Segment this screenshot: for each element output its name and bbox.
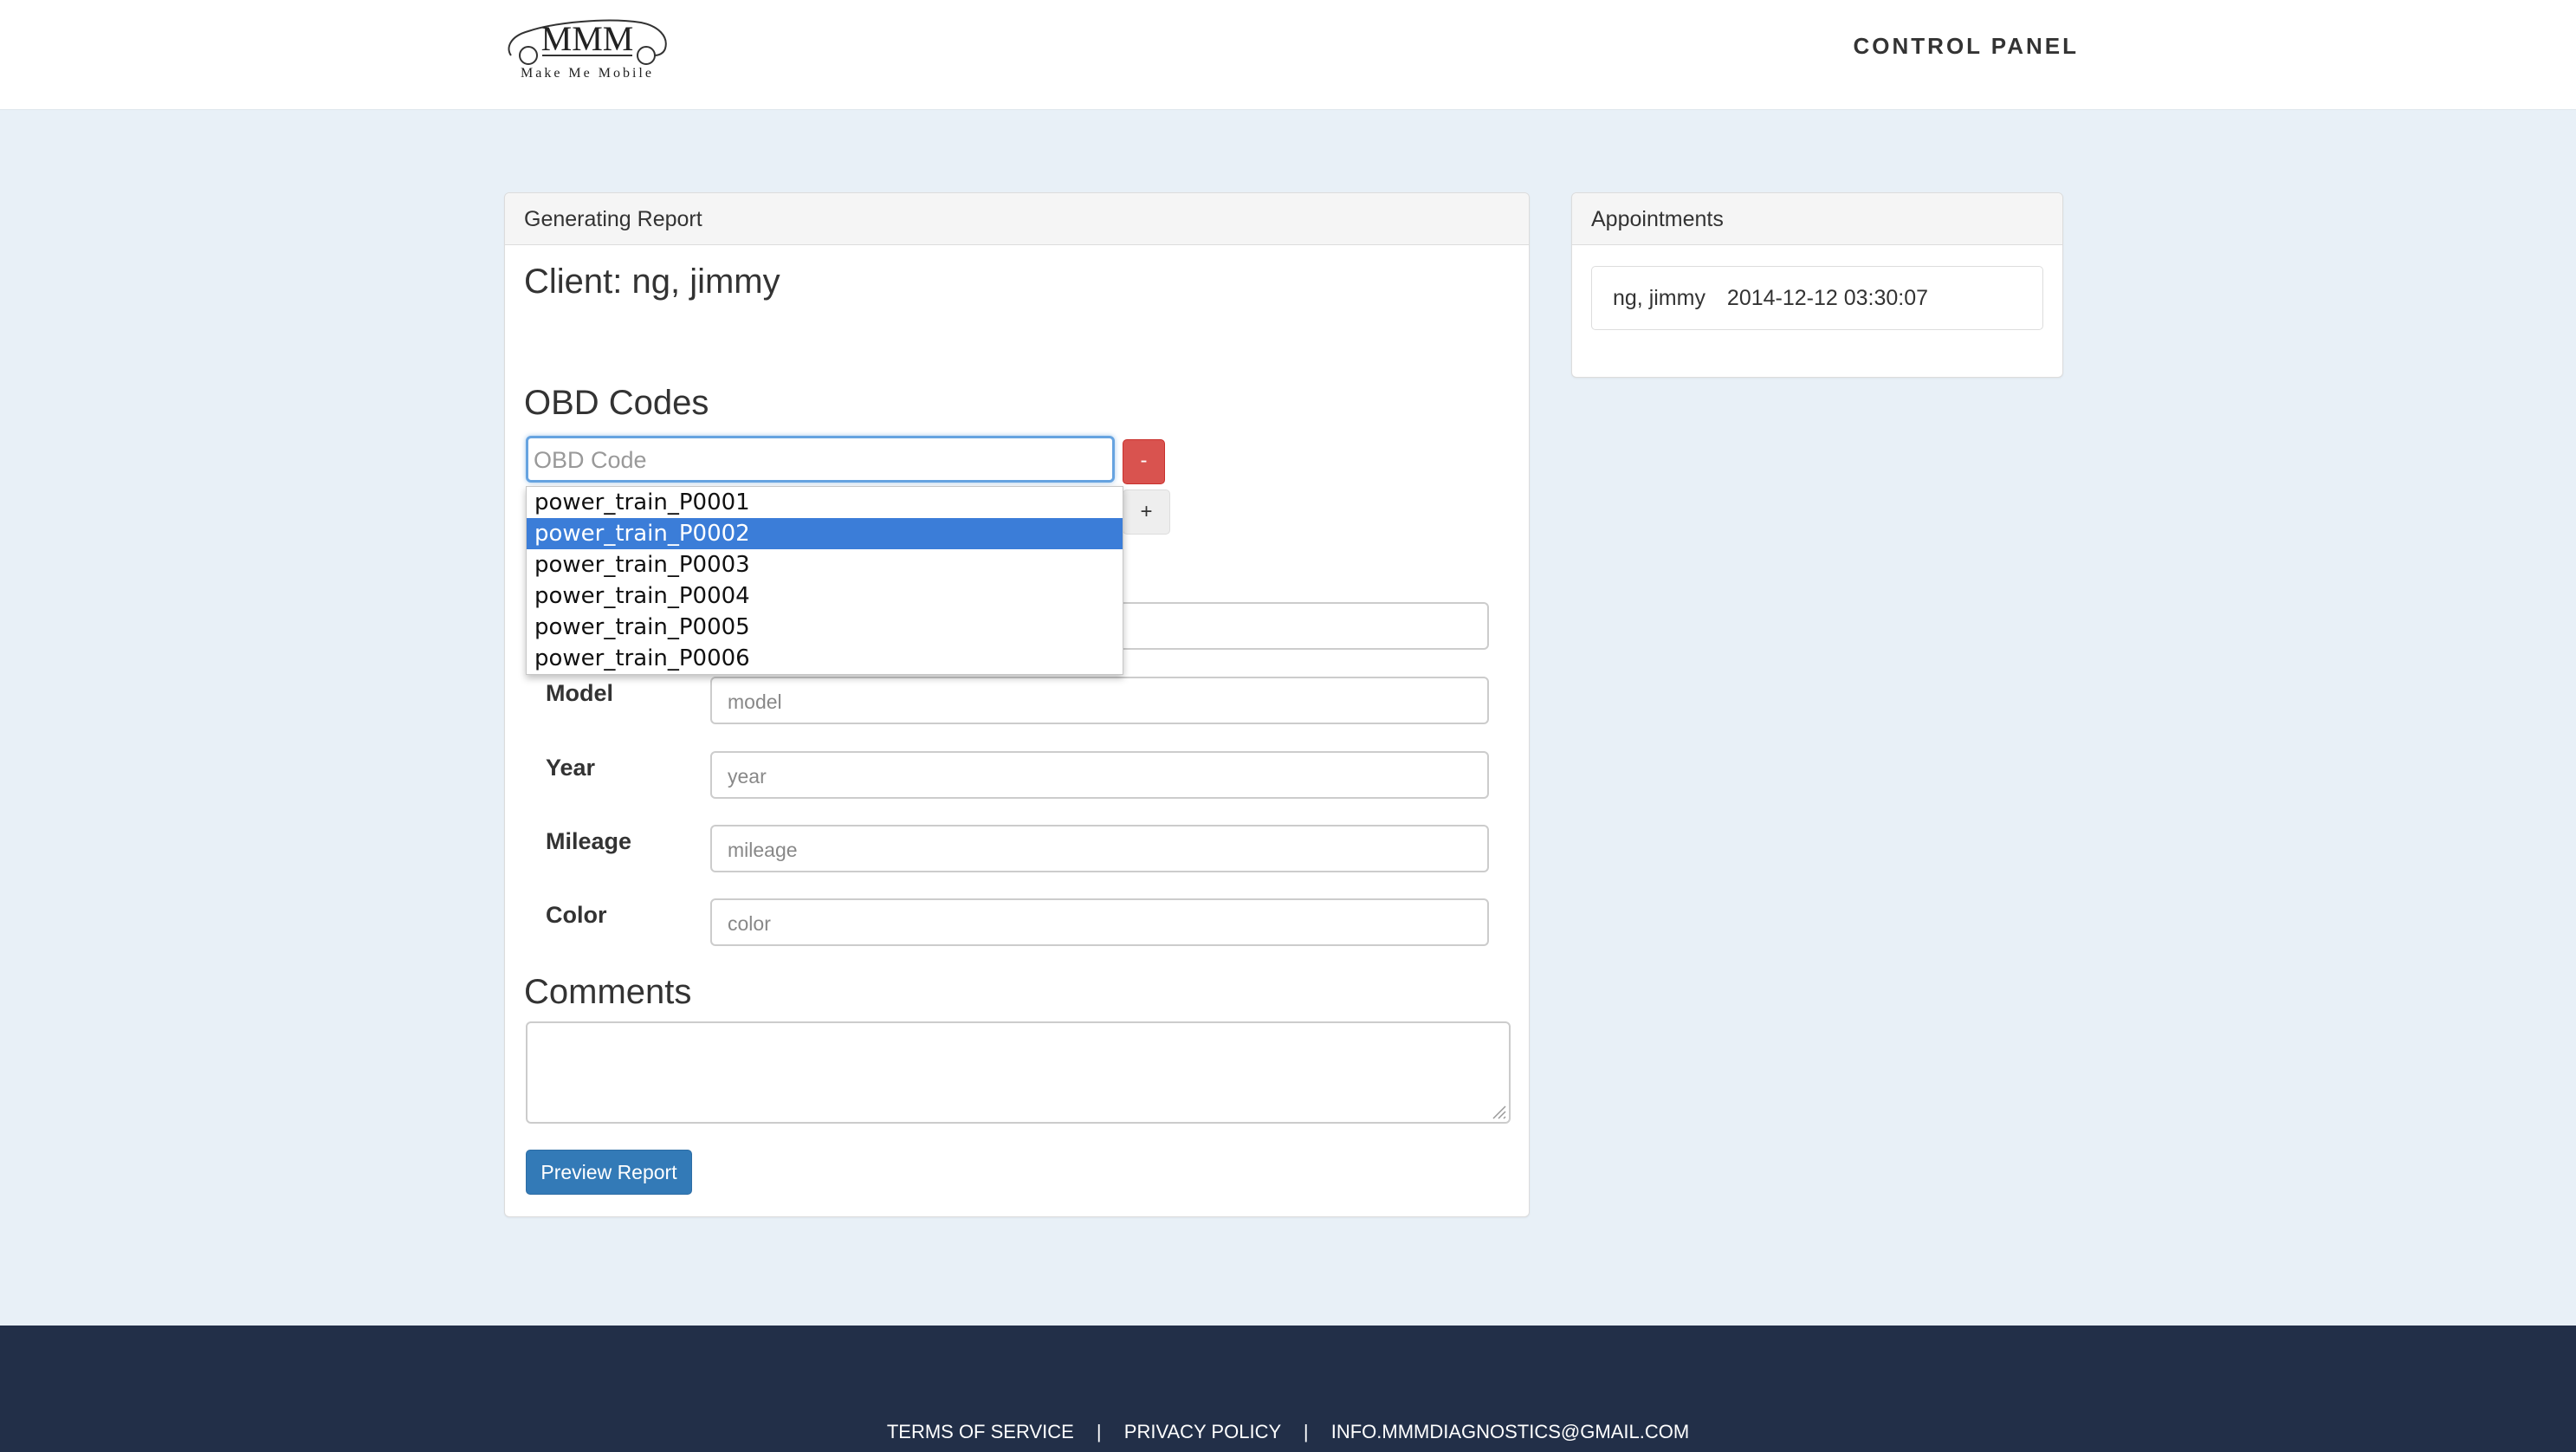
suggestion-item[interactable]: power_train_P0003 (527, 549, 1123, 580)
mileage-label: Mileage (546, 828, 632, 854)
make-me-mobile-logo[interactable]: MMM Make Me Mobile (502, 10, 672, 83)
year-input[interactable]: year (710, 751, 1489, 799)
footer-links: TERMS OF SERVICE | PRIVACY POLICY | INFO… (0, 1421, 2576, 1443)
report-panel-heading: Generating Report (505, 193, 1529, 245)
obd-code-input[interactable]: OBD Code (526, 436, 1115, 483)
obd-code-suggestions: power_train_P0001 power_train_P0002 powe… (526, 486, 1123, 675)
appointments-panel: Appointments ng, jimmy 2014-12-12 03:30:… (1571, 192, 2063, 378)
add-obd-code-button[interactable]: + (1123, 489, 1170, 535)
suggestion-item[interactable]: power_train_P0004 (527, 580, 1123, 612)
comments-title: Comments (524, 973, 692, 1011)
model-input[interactable]: model (710, 677, 1489, 724)
appointment-client: ng, jimmy (1613, 286, 1705, 310)
comments-textarea[interactable] (526, 1021, 1511, 1124)
color-label: Color (546, 902, 607, 928)
car-logo-icon: MMM (508, 19, 667, 65)
obd-codes-title: OBD Codes (524, 384, 709, 422)
appointment-item[interactable]: ng, jimmy 2014-12-12 03:30:07 (1591, 266, 2043, 330)
model-field-row: Model model (505, 677, 1531, 725)
resize-grip-icon[interactable] (1488, 1101, 1507, 1120)
control-panel-link[interactable]: CONTROL PANEL (1819, 33, 2079, 60)
model-label: Model (546, 680, 613, 706)
appointment-datetime: 2014-12-12 03:30:07 (1726, 286, 1929, 310)
svg-text:MMM: MMM (541, 19, 634, 58)
report-panel: Generating Report Client: ng, jimmy OBD … (504, 192, 1530, 1217)
year-field-row: Year year (505, 751, 1531, 800)
mileage-input[interactable]: mileage (710, 825, 1489, 872)
year-label: Year (546, 755, 596, 781)
color-input[interactable]: color (710, 898, 1489, 946)
site-footer: TERMS OF SERVICE | PRIVACY POLICY | INFO… (0, 1326, 2576, 1452)
mileage-field-row: Mileage mileage (505, 825, 1531, 873)
client-title: Client: ng, jimmy (524, 263, 780, 301)
preview-report-button[interactable]: Preview Report (526, 1150, 692, 1195)
suggestion-item[interactable]: power_train_P0006 (527, 643, 1123, 674)
suggestion-item-selected[interactable]: power_train_P0002 (527, 518, 1123, 549)
logo-text: Make Me Mobile (521, 66, 654, 81)
color-field-row: Color color (505, 898, 1531, 947)
suggestion-item[interactable]: power_train_P0001 (527, 487, 1123, 518)
privacy-policy-link[interactable]: PRIVACY POLICY (1124, 1421, 1281, 1442)
contact-email-link[interactable]: INFO.MMMDIAGNOSTICS@GMAIL.COM (1331, 1421, 1689, 1442)
appointments-heading: Appointments (1572, 193, 2062, 245)
footer-separator: | (1096, 1421, 1102, 1442)
terms-of-service-link[interactable]: TERMS OF SERVICE (887, 1421, 1074, 1442)
suggestion-item[interactable]: power_train_P0005 (527, 612, 1123, 643)
site-header: MMM Make Me Mobile CONTROL PANEL (0, 0, 2576, 110)
remove-obd-code-button[interactable]: - (1123, 439, 1165, 484)
footer-separator: | (1303, 1421, 1309, 1442)
